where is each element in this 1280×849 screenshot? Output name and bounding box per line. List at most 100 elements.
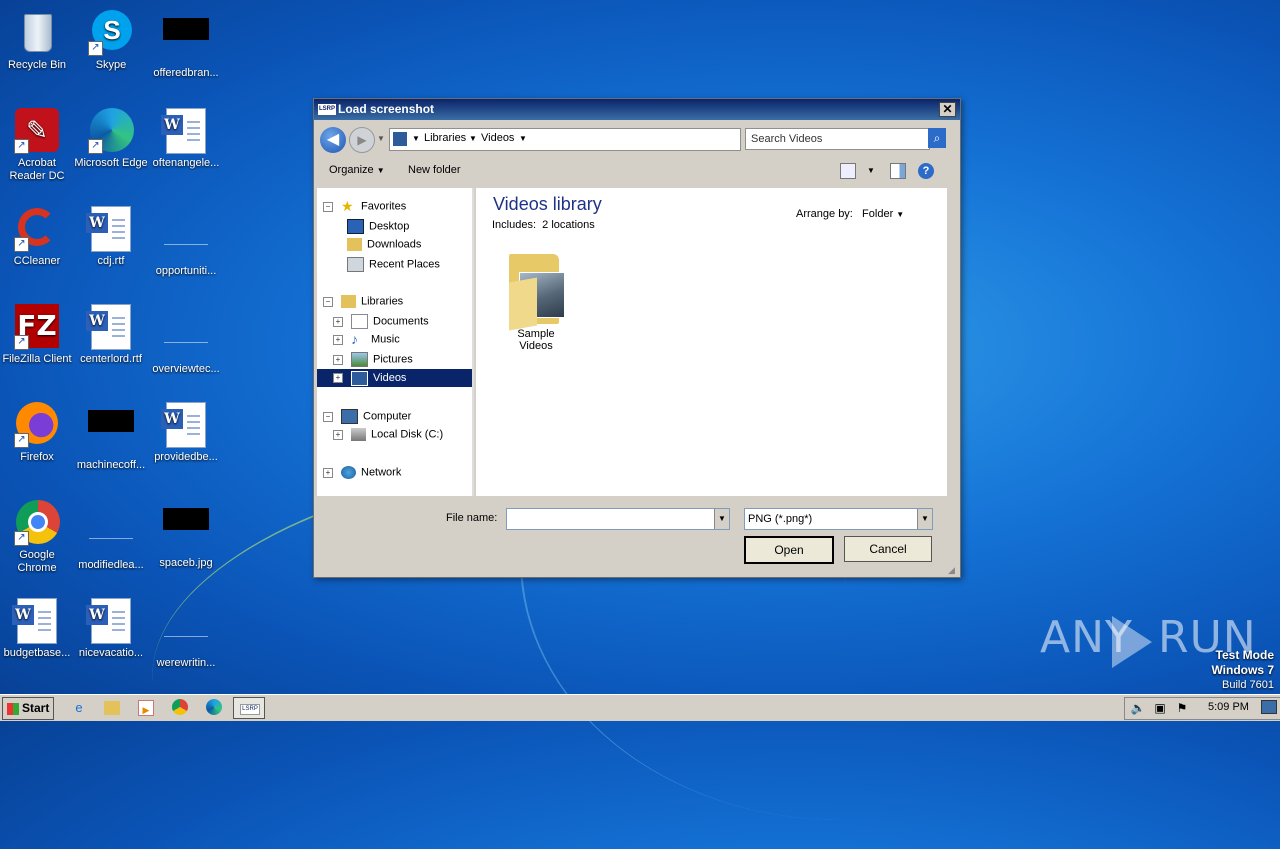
videos-icon [351, 370, 368, 386]
desktop-icon-filezilla[interactable]: FZ ↗ FileZilla Client [0, 300, 74, 366]
media-player-icon[interactable]: ▶ [138, 700, 154, 716]
expand-icon[interactable]: + [333, 316, 343, 327]
nav-pictures[interactable]: + Pictures [333, 352, 413, 367]
search-icon[interactable]: ⌕ [928, 128, 946, 148]
chevron-down-icon[interactable]: ▼ [867, 166, 875, 175]
file-name-input[interactable]: ▼ [506, 508, 730, 530]
start-button[interactable]: Start [2, 697, 54, 720]
desktop-icon-machinecoff[interactable]: machinecoff... [74, 398, 148, 472]
nav-network[interactable]: + Network [323, 466, 401, 479]
new-folder-button[interactable]: New folder [408, 164, 461, 176]
show-desktop-icon[interactable] [1261, 700, 1277, 714]
file-type-select[interactable]: PNG (*.png*) ▼ [744, 508, 933, 530]
collapse-icon[interactable]: − [323, 296, 333, 307]
test-mode-notice: Test Mode Windows 7 Build 7601 [1211, 648, 1274, 691]
desktop-icon-acrobat[interactable]: ✎ ↗ Acrobat Reader DC [0, 104, 74, 183]
desktop-icon-modifiedlea[interactable]: modifiedlea... [74, 496, 148, 572]
search-input[interactable]: Search Videos [745, 128, 930, 150]
firefox-icon: ↗ [14, 402, 60, 448]
folder-label: Sample Videos [517, 328, 555, 352]
nav-favorites[interactable]: − ★ Favorites [323, 199, 406, 213]
nav-desktop[interactable]: Desktop [347, 219, 409, 234]
breadcrumb-chevron-icon[interactable]: ▼ [519, 134, 527, 143]
resize-grip-icon[interactable]: ◢ [948, 565, 958, 575]
expand-icon[interactable]: + [333, 334, 343, 345]
chevron-down-icon[interactable]: ▼ [714, 509, 729, 529]
preview-pane-icon[interactable] [890, 163, 906, 179]
chrome-icon[interactable] [172, 699, 188, 715]
library-locations-link[interactable]: 2 locations [542, 219, 595, 231]
nav-local-disk[interactable]: + Local Disk (C:) [333, 428, 443, 441]
word-doc-icon: W [12, 598, 60, 644]
action-center-flag-icon[interactable]: ⚑ [1173, 699, 1191, 717]
edge-icon[interactable] [206, 699, 222, 715]
navigation-bar: ◀ ▶ ▼ ▼ Libraries ▼ Videos ▼ ▼ ⟳ Search … [317, 125, 957, 155]
desktop-icon-edge[interactable]: ↗ Microsoft Edge [74, 104, 148, 170]
load-screenshot-dialog: LSRP Load screenshot ✕ ◀ ▶ ▼ ▼ Libraries … [313, 98, 961, 578]
taskbar-active-task[interactable]: LSRP [233, 697, 265, 719]
chrome-icon: ↗ [14, 500, 60, 546]
back-arrow-icon[interactable]: ◀ [320, 127, 346, 153]
breadcrumb-chevron-icon[interactable]: ▼ [469, 134, 477, 143]
breadcrumb-libraries[interactable]: Libraries [424, 132, 466, 144]
desktop-icon-ccleaner[interactable]: ↗ CCleaner [0, 202, 74, 268]
nav-music[interactable]: + ♪ Music [333, 332, 400, 346]
close-button[interactable]: ✕ [939, 102, 956, 117]
desktop-icon-oftenangele[interactable]: W oftenangele... [149, 104, 223, 170]
dialog-footer: File name: ▼ PNG (*.png*) ▼ Open Cancel … [314, 499, 960, 577]
system-tray: 🔈 ▣ ⚑ [1124, 697, 1280, 720]
volume-icon[interactable]: 🔈 [1129, 699, 1147, 717]
desktop-icon-providedbe[interactable]: W providedbe... [149, 398, 223, 464]
ccleaner-icon: ↗ [14, 206, 60, 252]
nav-documents[interactable]: + Documents [333, 314, 429, 329]
black-thumbnail-icon [163, 508, 209, 554]
filezilla-icon: FZ ↗ [14, 304, 60, 350]
nav-recent-places[interactable]: Recent Places [347, 257, 440, 272]
desktop-icon-werewritin[interactable]: werewritin... [149, 594, 223, 670]
nav-computer[interactable]: − Computer [323, 409, 411, 424]
breadcrumb-videos[interactable]: Videos [481, 132, 514, 144]
desktop-icon-spaceb-jpg[interactable]: spaceb.jpg [149, 496, 223, 570]
nav-libraries[interactable]: − Libraries [323, 295, 403, 308]
internet-explorer-icon[interactable]: e [70, 699, 88, 717]
desktop-icon-nicevacatio[interactable]: W nicevacatio... [74, 594, 148, 660]
breadcrumb-chevron-icon[interactable]: ▼ [412, 134, 420, 143]
nav-videos[interactable]: + Videos [317, 369, 472, 387]
file-explorer-icon[interactable] [104, 701, 120, 715]
expand-icon[interactable]: + [333, 373, 343, 384]
help-icon[interactable]: ? [918, 163, 934, 179]
cancel-button[interactable]: Cancel [844, 536, 932, 562]
expand-icon[interactable]: + [333, 429, 343, 440]
library-title: Videos library [493, 194, 602, 214]
desktop-icon-offeredbran[interactable]: offeredbran... [149, 6, 223, 80]
taskbar: Start e ▶ LSRP 🔈 ▣ ⚑ 5:09 PM [0, 694, 1280, 721]
expand-icon[interactable]: + [323, 467, 333, 478]
chevron-down-icon[interactable]: ▼ [917, 509, 932, 529]
desktop-icon-skype[interactable]: S ↗ Skype [74, 6, 148, 72]
blank-file-icon [163, 608, 209, 654]
collapse-icon[interactable]: − [323, 201, 333, 212]
desktop-icon-cdj-rtf[interactable]: W cdj.rtf [74, 202, 148, 268]
recent-pages-chevron-icon[interactable]: ▼ [377, 134, 385, 143]
arrange-by: Arrange by: Folder ▼ [796, 208, 905, 220]
nav-downloads[interactable]: Downloads [347, 238, 421, 251]
desktop-icon-chrome[interactable]: ↗ Google Chrome [0, 496, 74, 575]
view-options-icon[interactable] [840, 163, 856, 179]
dialog-titlebar[interactable]: LSRP Load screenshot ✕ [314, 99, 960, 120]
desktop-icon-overviewtec[interactable]: overviewtec... [149, 300, 223, 376]
address-bar[interactable]: ▼ Libraries ▼ Videos ▼ ▼ ⟳ [389, 128, 809, 151]
desktop-icon-centerlord-rtf[interactable]: W centerlord.rtf [74, 300, 148, 366]
clock[interactable]: 5:09 PM [1208, 701, 1249, 713]
forward-arrow-icon[interactable]: ▶ [349, 127, 375, 153]
desktop-icon-firefox[interactable]: ↗ Firefox [0, 398, 74, 464]
desktop-icon-budgetbase[interactable]: W budgetbase... [0, 594, 74, 660]
collapse-icon[interactable]: − [323, 411, 333, 422]
arrange-by-dropdown[interactable]: Folder ▼ [862, 208, 904, 220]
desktop-icon-recycle-bin[interactable]: Recycle Bin [0, 6, 74, 72]
organize-button[interactable]: Organize ▼ [329, 164, 385, 176]
desktop-icon-opportuniti[interactable]: opportuniti... [149, 202, 223, 278]
open-button[interactable]: Open [744, 536, 834, 564]
expand-icon[interactable]: + [333, 354, 343, 365]
network-status-icon[interactable]: ▣ [1151, 699, 1169, 717]
folder-sample-videos[interactable]: Sample Videos [501, 250, 571, 352]
